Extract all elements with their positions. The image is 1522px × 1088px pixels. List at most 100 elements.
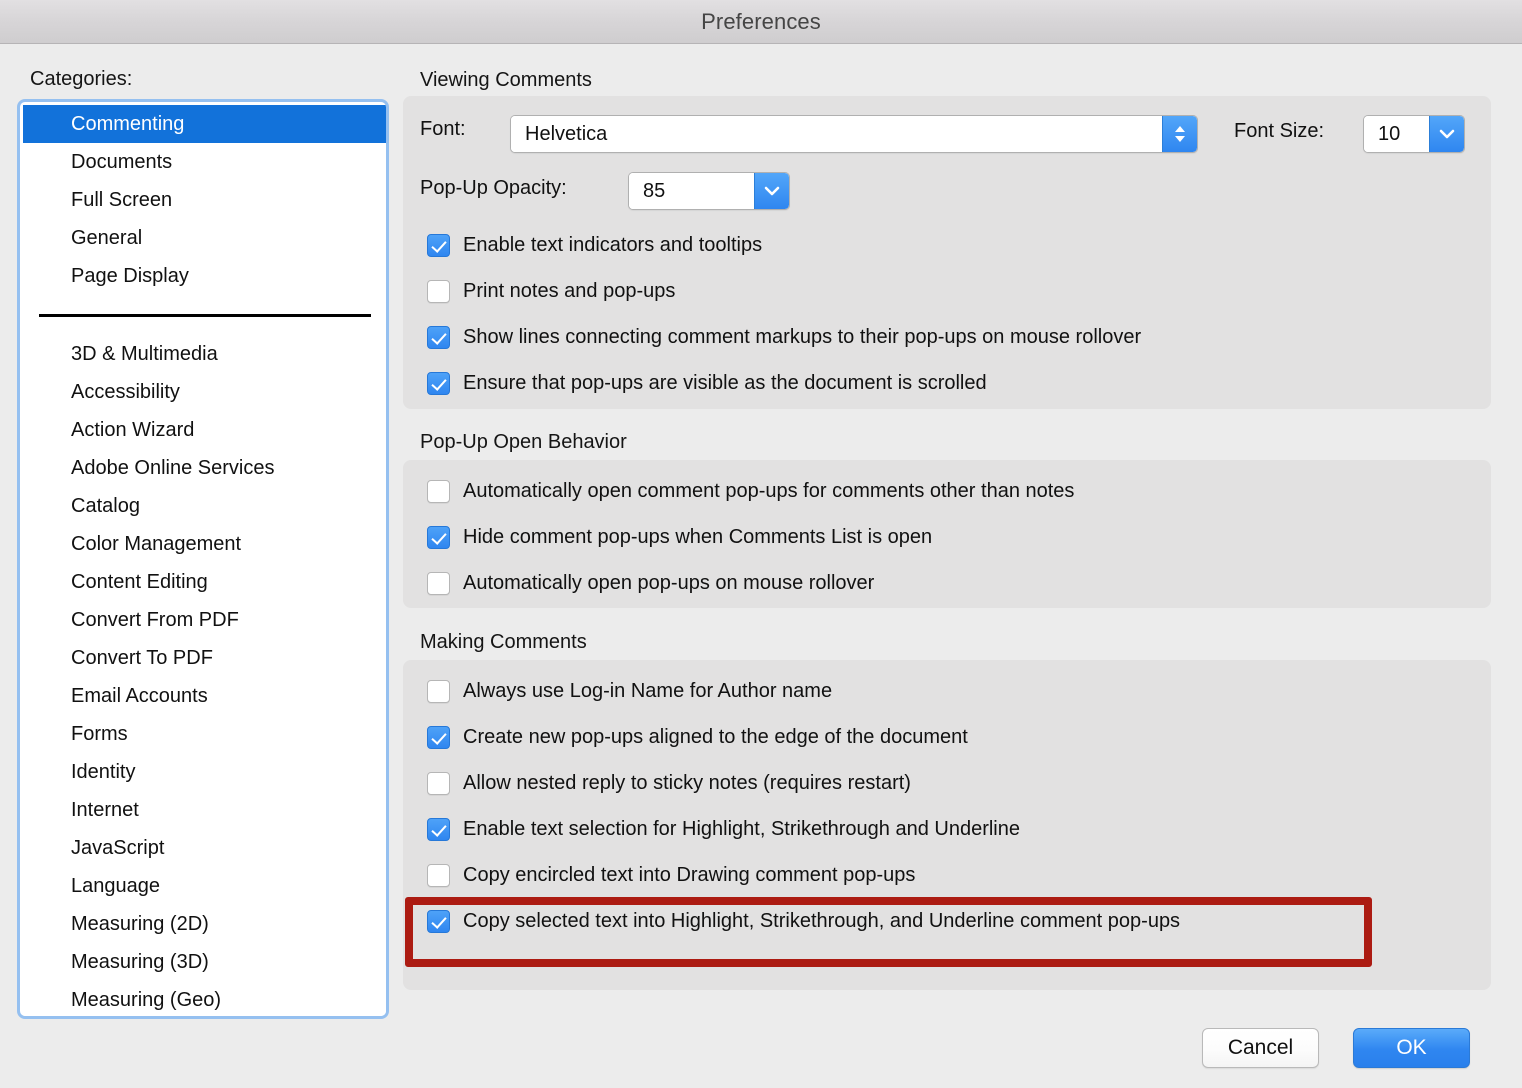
checkbox-label: Copy selected text into Highlight, Strik… bbox=[463, 910, 1181, 932]
sidebar-item-catalog[interactable]: Catalog bbox=[23, 487, 386, 525]
sidebar-item-label: Identity bbox=[71, 761, 136, 783]
checkbox-unchecked-icon[interactable] bbox=[427, 572, 450, 595]
popup-open-behavior-title: Pop-Up Open Behavior bbox=[420, 431, 627, 453]
checkbox-row-enable-text-selection-for-highlight-strikethro[interactable]: Enable text selection for Highlight, Str… bbox=[427, 818, 1020, 841]
titlebar: Preferences bbox=[0, 0, 1522, 44]
checkbox-label: Enable text indicators and tooltips bbox=[463, 234, 763, 256]
sidebar-item-label: Internet bbox=[71, 799, 139, 821]
checkbox-checked-icon[interactable] bbox=[427, 726, 450, 749]
sidebar-item-label: General bbox=[71, 227, 143, 249]
checkbox-unchecked-icon[interactable] bbox=[427, 280, 450, 303]
checkbox-row-enable-text-indicators-and-tooltips[interactable]: Enable text indicators and tooltips bbox=[427, 234, 762, 257]
sidebar-item-label: Convert To PDF bbox=[71, 647, 213, 669]
sidebar-item-full-screen[interactable]: Full Screen bbox=[23, 181, 386, 219]
sidebar-item-identity[interactable]: Identity bbox=[23, 753, 386, 791]
checkbox-unchecked-icon[interactable] bbox=[427, 864, 450, 887]
font-size-value[interactable]: 10 bbox=[1364, 116, 1429, 152]
checkbox-row-copy-encircled-text-into-drawing-comment-pop-u[interactable]: Copy encircled text into Drawing comment… bbox=[427, 864, 915, 887]
checkbox-row-show-lines-connecting-comment-markups-to-their[interactable]: Show lines connecting comment markups to… bbox=[427, 326, 1141, 349]
checkbox-row-print-notes-and-pop-ups[interactable]: Print notes and pop-ups bbox=[427, 280, 675, 303]
checkbox-label: Always use Log-in Name for Author name bbox=[463, 680, 833, 702]
cancel-button[interactable]: Cancel bbox=[1202, 1028, 1319, 1068]
checkbox-checked-icon[interactable] bbox=[427, 818, 450, 841]
sidebar-item-page-display[interactable]: Page Display bbox=[23, 257, 386, 295]
font-size-dropdown-button[interactable] bbox=[1429, 116, 1464, 152]
categories-listbox[interactable]: Commenting Documents Full Screen General Pag… bbox=[17, 99, 389, 1019]
categories-separator bbox=[23, 295, 386, 335]
sidebar-item-measuring-2d[interactable]: Measuring (2D) bbox=[23, 905, 386, 943]
checkbox-row-automatically-open-pop-ups-on-mouse-rollover[interactable]: Automatically open pop-ups on mouse roll… bbox=[427, 572, 874, 595]
font-value[interactable]: Helvetica bbox=[511, 116, 1162, 152]
sidebar-item-label: Catalog bbox=[71, 495, 140, 517]
checkbox-label: Create new pop-ups aligned to the edge o… bbox=[463, 726, 968, 748]
sidebar-item-action-wizard[interactable]: Action Wizard bbox=[23, 411, 386, 449]
sidebar-item-label: Full Screen bbox=[71, 189, 173, 211]
sidebar-item-javascript[interactable]: JavaScript bbox=[23, 829, 386, 867]
sidebar-item-label: Language bbox=[71, 875, 160, 897]
ok-button[interactable]: OK bbox=[1353, 1028, 1470, 1068]
font-combobox[interactable]: Helvetica bbox=[510, 115, 1198, 153]
checkbox-unchecked-icon[interactable] bbox=[427, 680, 450, 703]
sidebar-item-label: Email Accounts bbox=[71, 685, 208, 707]
sidebar-item-label: Measuring (3D) bbox=[71, 951, 209, 973]
checkbox-unchecked-icon[interactable] bbox=[427, 772, 450, 795]
checkbox-label: Copy encircled text into Drawing comment… bbox=[463, 864, 916, 886]
popup-opacity-dropdown-button[interactable] bbox=[754, 173, 789, 209]
checkbox-checked-icon[interactable] bbox=[427, 526, 450, 549]
checkbox-row-copy-selected-text-into-highlight-strikethroug[interactable]: Copy selected text into Highlight, Strik… bbox=[427, 910, 1180, 933]
popup-opacity-value[interactable]: 85 bbox=[629, 173, 754, 209]
font-row: Font: bbox=[420, 118, 466, 141]
sidebar-item-commenting[interactable]: Commenting bbox=[23, 105, 386, 143]
sidebar-item-label: Page Display bbox=[71, 265, 189, 287]
checkbox-label: Show lines connecting comment markups to… bbox=[463, 326, 1142, 348]
sidebar-item-convert-to-pdf[interactable]: Convert To PDF bbox=[23, 639, 386, 677]
sidebar-item-measuring-3d[interactable]: Measuring (3D) bbox=[23, 943, 386, 981]
checkbox-label: Ensure that pop-ups are visible as the d… bbox=[463, 372, 987, 394]
categories-list[interactable]: Commenting Documents Full Screen General Pag… bbox=[23, 105, 386, 1016]
sidebar-item-3d-multimedia[interactable]: 3D & Multimedia bbox=[23, 335, 386, 373]
sidebar-item-forms[interactable]: Forms bbox=[23, 715, 386, 753]
checkbox-checked-icon[interactable] bbox=[427, 372, 450, 395]
sidebar-item-content-editing[interactable]: Content Editing bbox=[23, 563, 386, 601]
sidebar-item-label: Measuring (2D) bbox=[71, 913, 209, 935]
checkbox-checked-icon[interactable] bbox=[427, 234, 450, 257]
checkbox-row-always-use-log-in-name-for-author-name[interactable]: Always use Log-in Name for Author name bbox=[427, 680, 832, 703]
font-size-combobox[interactable]: 10 bbox=[1363, 115, 1465, 153]
making-comments-title: Making Comments bbox=[420, 631, 587, 653]
sidebar-item-accessibility[interactable]: Accessibility bbox=[23, 373, 386, 411]
checkbox-row-automatically-open-comment-pop-ups-for-comment[interactable]: Automatically open comment pop-ups for c… bbox=[427, 480, 1074, 503]
sidebar-item-convert-from-pdf[interactable]: Convert From PDF bbox=[23, 601, 386, 639]
checkbox-label: Automatically open comment pop-ups for c… bbox=[463, 480, 1075, 502]
preferences-dialog: Preferences Categories: Commenting Docume… bbox=[0, 0, 1522, 1088]
checkbox-checked-icon[interactable] bbox=[427, 910, 450, 933]
checkbox-row-ensure-that-pop-ups-are-visible-as-the-documen[interactable]: Ensure that pop-ups are visible as the d… bbox=[427, 372, 987, 395]
checkbox-row-allow-nested-reply-to-sticky-notes-requires-re[interactable]: Allow nested reply to sticky notes (requ… bbox=[427, 772, 911, 795]
checkbox-label: Hide comment pop-ups when Comments List … bbox=[463, 526, 933, 548]
sidebar-item-internet[interactable]: Internet bbox=[23, 791, 386, 829]
checkbox-label: Print notes and pop-ups bbox=[463, 280, 676, 302]
checkbox-checked-icon[interactable] bbox=[427, 326, 450, 349]
sidebar-item-email-accounts[interactable]: Email Accounts bbox=[23, 677, 386, 715]
checkbox-row-hide-comment-pop-ups-when-comments-list-is-ope[interactable]: Hide comment pop-ups when Comments List … bbox=[427, 526, 932, 549]
chevron-down-icon bbox=[1439, 129, 1455, 139]
categories-label: Categories: bbox=[30, 68, 133, 90]
sidebar-item-label: JavaScript bbox=[71, 837, 165, 859]
sidebar-item-language[interactable]: Language bbox=[23, 867, 386, 905]
checkbox-unchecked-icon[interactable] bbox=[427, 480, 450, 503]
sidebar-item-general[interactable]: General bbox=[23, 219, 386, 257]
sidebar-item-adobe-online-services[interactable]: Adobe Online Services bbox=[23, 449, 386, 487]
checkbox-label: Enable text selection for Highlight, Str… bbox=[463, 818, 1020, 840]
checkbox-row-create-new-pop-ups-aligned-to-the-edge-of-the-[interactable]: Create new pop-ups aligned to the edge o… bbox=[427, 726, 968, 749]
ok-button-label: OK bbox=[1396, 1036, 1427, 1059]
sidebar-item-documents[interactable]: Documents bbox=[23, 143, 386, 181]
popup-opacity-combobox[interactable]: 85 bbox=[628, 172, 790, 210]
separator-line bbox=[39, 314, 371, 317]
sidebar-item-label: 3D & Multimedia bbox=[71, 343, 218, 365]
sidebar-item-label: Convert From PDF bbox=[71, 609, 239, 631]
sidebar-item-color-management[interactable]: Color Management bbox=[23, 525, 386, 563]
sidebar-item-label: Action Wizard bbox=[71, 419, 195, 441]
window-title: Preferences bbox=[701, 9, 821, 34]
cancel-button-label: Cancel bbox=[1227, 1036, 1294, 1059]
sidebar-item-measuring-geo[interactable]: Measuring (Geo) bbox=[23, 981, 386, 1016]
font-stepper-button[interactable] bbox=[1162, 116, 1197, 152]
